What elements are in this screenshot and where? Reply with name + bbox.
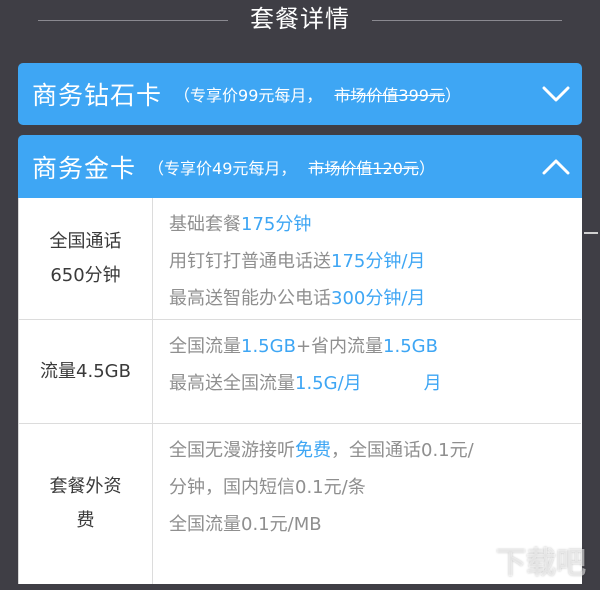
plan-name: 商务钻石卡	[32, 81, 163, 110]
detail-line: 用钉钉打普通电话送175分钟/月	[169, 243, 581, 280]
row-label-line: 费	[76, 510, 95, 531]
row-label-extra: 套餐外资 费	[19, 424, 153, 584]
detail-text: 全国流量0.1元/MB	[169, 514, 322, 535]
detail-text: 分钟，国内短信0.1元/条	[169, 477, 366, 498]
detail-line: 全国流量1.5GB+省内流量1.5GB	[169, 328, 581, 365]
row-label-line: 全国通话	[49, 230, 122, 252]
plan-price: （专享价49元每月，	[148, 158, 297, 178]
detail-text: 最高送智能办公电话	[169, 288, 331, 309]
row-label-calls: 全国通话 650分钟	[19, 198, 153, 319]
plan-price: （专享价99元每月，	[174, 86, 323, 105]
chevron-down-icon[interactable]	[542, 84, 570, 104]
row-content-calls: 基础套餐175分钟 用钉钉打普通电话送175分钟/月 最高送智能办公电话300分…	[153, 198, 581, 319]
detail-highlight: 1.5G/月	[295, 373, 362, 394]
row-label-data: 流量4.5GB	[19, 320, 153, 423]
header-divider-left	[38, 19, 228, 21]
page-title: 套餐详情	[250, 4, 350, 33]
row-content-data: 全国流量1.5GB+省内流量1.5GB 最高送全国流量1.5G/月月	[153, 320, 581, 423]
edge-mark	[584, 232, 598, 234]
detail-highlight: 300分钟/月	[331, 288, 426, 309]
plan-price-close: ）	[444, 86, 461, 105]
detail-highlight: 175分钟	[241, 214, 312, 235]
detail-highlight: 1.5GB	[383, 336, 438, 357]
plan-details-table: 全国通话 650分钟 基础套餐175分钟 用钉钉打普通电话送175分钟/月 最高…	[18, 198, 582, 584]
details-row-calls: 全国通话 650分钟 基础套餐175分钟 用钉钉打普通电话送175分钟/月 最高…	[19, 198, 581, 320]
detail-line: 基础套餐175分钟	[169, 206, 581, 243]
detail-line: 全国无漫游接听免费，全国通话0.1元/	[169, 432, 581, 469]
row-label-line: 650分钟	[50, 264, 121, 286]
plan-card-diamond[interactable]: 商务钻石卡 （专享价99元每月， 市场价值399元 ）	[18, 63, 582, 125]
plan-market-price: 市场价值120元	[308, 158, 419, 178]
detail-text: +省内流量	[295, 336, 384, 357]
detail-line: 分钟，国内短信0.1元/条	[169, 469, 581, 506]
detail-text: 最高送全国流量	[169, 373, 295, 394]
details-row-data: 流量4.5GB 全国流量1.5GB+省内流量1.5GB 最高送全国流量1.5G/…	[19, 320, 581, 424]
page-header: 套餐详情	[0, 0, 600, 40]
header-divider-right	[372, 19, 562, 21]
detail-highlight: 175分钟/月	[331, 251, 426, 272]
detail-line: 最高送智能办公电话300分钟/月	[169, 280, 581, 317]
detail-text: 全国流量	[169, 336, 241, 357]
plan-price-close: ）	[418, 158, 435, 178]
plan-market-price: 市场价值399元	[334, 86, 445, 105]
detail-text: ，全国通话0.1元/	[331, 440, 474, 461]
detail-text: 全国无漫游接听	[169, 440, 295, 461]
plan-card-gold[interactable]: 商务金卡 （专享价49元每月， 市场价值120元 ）	[18, 135, 582, 198]
watermark-logo: 下载吧	[496, 546, 586, 581]
plan-name: 商务金卡	[32, 153, 137, 183]
detail-highlight: 月	[423, 373, 442, 394]
detail-line: 最高送全国流量1.5G/月 月	[169, 365, 581, 402]
row-label-line: 流量4.5GB	[40, 360, 131, 382]
row-label-line: 套餐外资	[49, 476, 122, 497]
detail-highlight: 免费	[295, 440, 331, 461]
detail-highlight: 1.5GB	[241, 336, 296, 357]
detail-text: 用钉钉打普通电话送	[169, 251, 331, 272]
detail-text: 基础套餐	[169, 214, 241, 235]
chevron-up-icon[interactable]	[542, 157, 570, 177]
